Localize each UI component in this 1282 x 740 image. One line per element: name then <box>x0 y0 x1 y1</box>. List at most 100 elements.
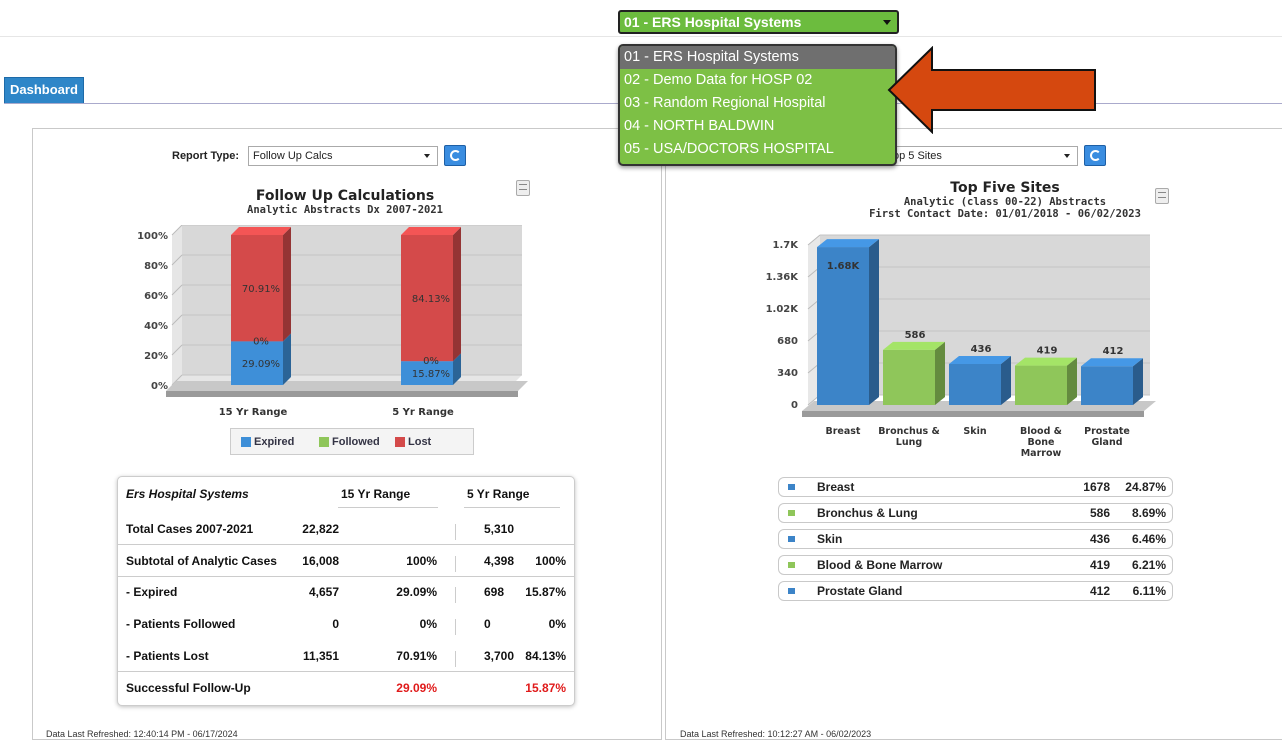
chevron-down-icon <box>424 154 430 158</box>
site-bullet-icon <box>788 536 795 542</box>
bar-site-top <box>817 239 879 248</box>
pct-15yr: 29.09% <box>396 585 437 599</box>
site-name: Bronchus & Lung <box>817 506 918 520</box>
x-tick-label: Lung <box>896 437 922 448</box>
site-percent: 6.11% <box>1132 584 1166 598</box>
site-row[interactable]: Breast 1678 24.87% <box>778 477 1173 497</box>
right-report-type-select[interactable]: op 5 Sites <box>888 146 1078 166</box>
row-label: - Patients Followed <box>126 617 236 631</box>
value-15yr: 4,657 <box>308 585 339 599</box>
site-row[interactable]: Skin 436 6.46% <box>778 529 1173 549</box>
right-chart-subtitle-2: First Contact Date: 01/01/2018 - 06/02/2… <box>869 208 1141 220</box>
pct-5yr: 100% <box>535 554 566 568</box>
bar-lost-side <box>453 227 461 362</box>
site-count: 586 <box>1089 506 1110 520</box>
x-tick-label: Gland <box>1091 437 1122 448</box>
value-15yr: 0 <box>332 617 339 631</box>
table-row: - Expired 4,657 29.09% 698 15.87% <box>118 585 574 605</box>
x-tick-label: Bronchus & <box>878 426 940 437</box>
row-label: Total Cases 2007-2021 <box>126 522 254 536</box>
site-row[interactable]: Prostate Gland 412 6.11% <box>778 581 1173 601</box>
site-bullet-icon <box>788 562 795 568</box>
legend-expired[interactable]: Expired <box>241 436 294 448</box>
pct-15yr: 29.09% <box>396 681 437 695</box>
report-type-value: op 5 Sites <box>893 150 942 162</box>
top-sites-chart: 0 340 680 1.02K 1.36K 1.7K 1.68K Breast 586 Bronc… <box>766 234 1156 459</box>
hospital-select-value: 01 - ERS Hospital Systems <box>624 14 802 30</box>
report-type-value: Follow Up Calcs <box>253 150 333 162</box>
table-row: Total Cases 2007-2021 22,822 5,310 <box>118 522 574 542</box>
y-tick-label: 0 <box>791 400 798 411</box>
value-15yr: 16,008 <box>302 554 339 568</box>
hospital-option[interactable]: 01 - ERS Hospital Systems <box>620 46 895 69</box>
legend-followed[interactable]: Followed <box>319 436 380 448</box>
legend-lost[interactable]: Lost <box>395 436 431 448</box>
refresh-icon <box>1090 150 1101 161</box>
bar-lost-top <box>401 227 461 235</box>
refresh-icon <box>450 150 461 161</box>
site-bullet-icon <box>788 510 795 516</box>
bar-site-side <box>1133 358 1143 405</box>
bar-site-top <box>1081 358 1143 367</box>
data-label: 412 <box>1103 346 1124 357</box>
tab-dashboard[interactable]: Dashboard <box>4 77 84 103</box>
y-tick-label: 20% <box>144 351 168 362</box>
legend-label: Expired <box>254 436 295 448</box>
bar-site <box>1081 366 1133 405</box>
follow-up-chart: 0% 20% 40% 60% 80% 100% 29.09% 0% 70.91% 15 Yr Ra… <box>137 225 528 418</box>
pct-5yr: 84.13% <box>525 649 566 663</box>
pct-5yr: 0% <box>548 617 566 631</box>
hospital-select[interactable]: 01 - ERS Hospital Systems <box>618 10 899 34</box>
bar-site-top <box>1015 357 1077 366</box>
table-row: Subtotal of Analytic Cases 16,008 100% 4,39… <box>118 554 574 574</box>
x-tick-label: Blood & <box>1020 426 1062 437</box>
header-divider <box>0 36 1282 37</box>
chevron-down-icon <box>1064 154 1070 158</box>
header-underline <box>338 507 438 508</box>
site-count: 419 <box>1089 558 1110 572</box>
y-tick-label: 1.02K <box>766 304 800 315</box>
data-label: 70.91% <box>242 284 280 295</box>
hospital-option[interactable]: 04 - NORTH BALDWIN <box>620 115 895 138</box>
data-label: 0% <box>423 356 439 367</box>
x-tick-label: 5 Yr Range <box>392 407 454 418</box>
hospital-option[interactable]: 02 - Demo Data for HOSP 02 <box>620 69 895 92</box>
pct-15yr: 0% <box>419 617 437 631</box>
x-tick-label: Skin <box>963 426 986 437</box>
value-5yr: 0 <box>484 617 491 631</box>
bar-expired-side <box>283 333 291 385</box>
value-5yr: 4,398 <box>484 554 515 568</box>
hospital-option[interactable]: 03 - Random Regional Hospital <box>620 92 895 115</box>
site-row[interactable]: Blood & Bone Marrow 419 6.21% <box>778 555 1173 575</box>
site-name: Skin <box>817 532 843 546</box>
annotation-arrow-icon <box>887 46 1096 134</box>
chevron-down-icon <box>883 20 891 25</box>
row-label: - Patients Lost <box>126 649 209 663</box>
chart-legend: Expired Followed Lost <box>230 428 474 455</box>
site-row[interactable]: Bronchus & Lung 586 8.69% <box>778 503 1173 523</box>
pct-15yr: 70.91% <box>396 649 437 663</box>
report-type-select[interactable]: Follow Up Calcs <box>248 146 438 166</box>
site-name: Blood & Bone Marrow <box>817 558 943 572</box>
export-icon[interactable] <box>516 180 530 196</box>
hospital-option[interactable]: 05 - USA/DOCTORS HOSPITAL <box>620 138 895 161</box>
bar-lost-top <box>231 227 291 235</box>
refresh-button[interactable] <box>444 145 466 166</box>
y-tick-label: 40% <box>144 321 168 332</box>
bar-lost-side <box>283 227 291 342</box>
refresh-button[interactable] <box>1084 145 1106 166</box>
bar-chart-icon <box>241 437 251 447</box>
floor-edge <box>166 391 518 397</box>
site-count: 436 <box>1089 532 1110 546</box>
table-header: Ers Hospital Systems 15 Yr Range 5 Yr Ra… <box>118 487 574 507</box>
bar-site-side <box>935 341 945 405</box>
site-bullet-icon <box>788 588 795 594</box>
data-label: 419 <box>1037 346 1058 357</box>
value-5yr: 5,310 <box>484 522 515 536</box>
site-percent: 24.87% <box>1125 480 1166 494</box>
row-label: Subtotal of Analytic Cases <box>126 554 277 568</box>
pct-5yr: 15.87% <box>525 585 566 599</box>
data-label: 29.09% <box>242 359 280 370</box>
bar-chart-icon <box>319 437 329 447</box>
y-tick-label: 0% <box>151 381 168 392</box>
